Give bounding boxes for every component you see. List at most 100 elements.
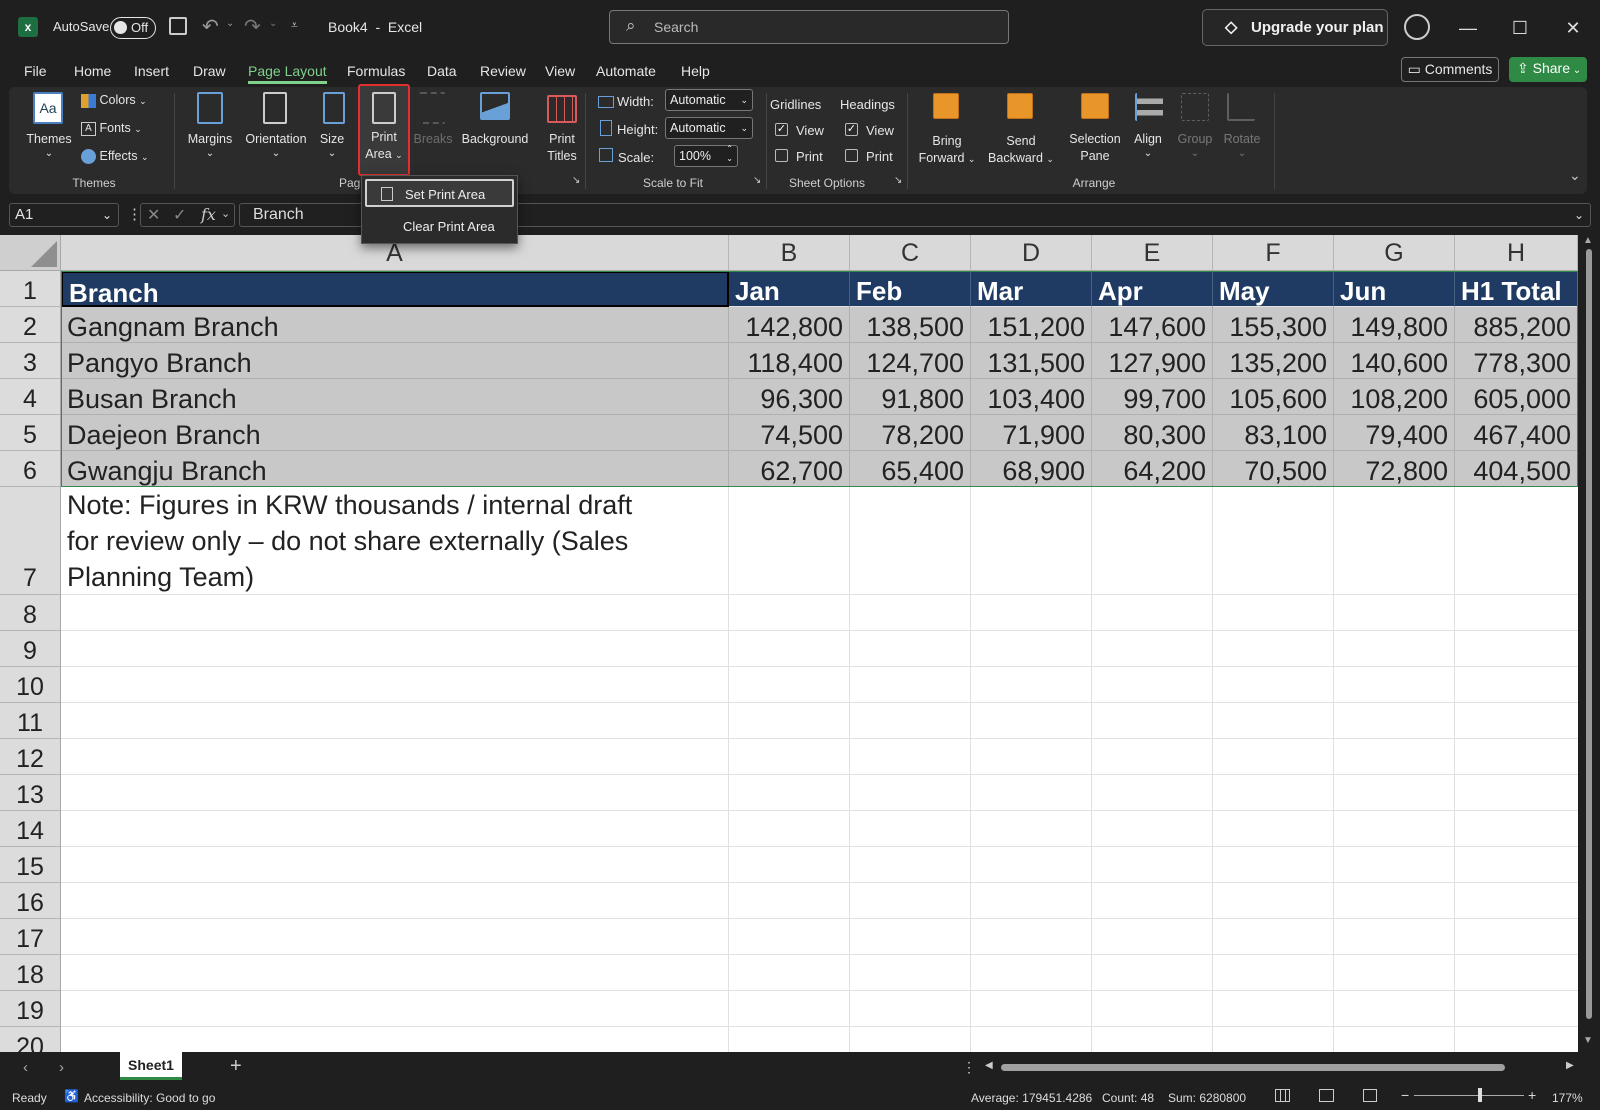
add-sheet-icon[interactable]: + (230, 1055, 242, 1078)
tab-review[interactable]: Review (480, 62, 526, 84)
table-cell[interactable]: 64,200 (1092, 451, 1213, 487)
colors-button[interactable]: Colors ⌄ (81, 93, 147, 113)
table-header-cell[interactable]: Jun (1334, 271, 1455, 307)
print-area-button[interactable]: Print Area ⌄ (358, 84, 410, 176)
clear-print-area-item[interactable]: Clear Print Area (365, 213, 514, 241)
table-cell[interactable]: 467,400 (1455, 415, 1578, 451)
comments-button[interactable]: ▭ Comments (1401, 57, 1499, 82)
row-header[interactable]: 5 (0, 415, 61, 451)
table-cell[interactable]: 778,300 (1455, 343, 1578, 379)
table-cell[interactable]: Busan Branch (61, 379, 729, 415)
dialog-launcher-icon[interactable]: ↘ (894, 175, 902, 186)
close-icon[interactable]: ✕ (1558, 14, 1588, 42)
print-titles-button[interactable]: Print Titles (535, 90, 589, 164)
table-cell[interactable]: 885,200 (1455, 307, 1578, 343)
zoom-out-icon[interactable]: − (1401, 1087, 1409, 1103)
align-button[interactable]: Align ⌄ (1127, 90, 1169, 170)
page-break-view-icon[interactable] (1363, 1089, 1377, 1102)
headings-view-checkbox[interactable]: ✓ (845, 123, 858, 136)
row-header[interactable]: 9 (0, 631, 61, 667)
table-cell[interactable]: 79,400 (1334, 415, 1455, 451)
table-header-cell[interactable]: Feb (850, 271, 971, 307)
upgrade-plan-button[interactable]: ◇ Upgrade your plan (1202, 9, 1388, 46)
collapse-ribbon-icon[interactable]: ⌄ (1569, 167, 1581, 184)
name-box[interactable]: A1 ⌄ (9, 203, 119, 227)
table-cell[interactable]: 74,500 (729, 415, 850, 451)
tab-data[interactable]: Data (427, 62, 457, 84)
gridlines-view-checkbox[interactable]: ✓ (775, 123, 788, 136)
width-select[interactable]: Automatic ⌄ (665, 89, 753, 111)
minimize-icon[interactable]: — (1453, 14, 1483, 42)
row-header[interactable]: 3 (0, 343, 61, 379)
zoom-in-icon[interactable]: + (1528, 1087, 1536, 1103)
headings-print-checkbox[interactable] (845, 149, 858, 162)
row-header[interactable]: 12 (0, 739, 61, 775)
search-box[interactable]: ⌕ Search (609, 10, 1009, 44)
row-header[interactable]: 20 (0, 1027, 61, 1052)
themes-button[interactable]: Aa Themes ⌄ (21, 90, 73, 162)
tab-formulas[interactable]: Formulas (347, 62, 405, 84)
column-header-g[interactable]: G (1334, 235, 1455, 271)
send-backward-button[interactable]: Send Backward ⌄ (985, 90, 1057, 170)
share-button[interactable]: ⇪ Share ⌄ (1509, 57, 1587, 82)
fonts-button[interactable]: A Fonts ⌄ (81, 121, 142, 141)
cancel-icon[interactable]: ✕ (147, 205, 160, 225)
undo-icon[interactable]: ↶ (202, 14, 219, 39)
tab-draw[interactable]: Draw (193, 62, 226, 84)
table-cell[interactable]: 404,500 (1455, 451, 1578, 487)
selection-pane-button[interactable]: Selection Pane (1063, 90, 1127, 170)
horizontal-scroll-thumb[interactable] (1001, 1064, 1505, 1071)
tab-insert[interactable]: Insert (134, 62, 169, 84)
dialog-launcher-icon[interactable]: ↘ (753, 175, 761, 186)
redo-dropdown-icon[interactable]: ⌄ (269, 18, 277, 29)
autosave-toggle[interactable]: Off (110, 17, 156, 39)
table-cell[interactable]: 108,200 (1334, 379, 1455, 415)
table-cell[interactable]: 135,200 (1213, 343, 1334, 379)
table-cell[interactable]: 605,000 (1455, 379, 1578, 415)
size-button[interactable]: Size ⌄ (313, 90, 351, 164)
table-cell[interactable]: 99,700 (1092, 379, 1213, 415)
zoom-slider-thumb[interactable] (1478, 1088, 1482, 1102)
row-header[interactable]: 2 (0, 307, 61, 343)
table-cell[interactable]: Pangyo Branch (61, 343, 729, 379)
row-header[interactable]: 11 (0, 703, 61, 739)
note-row-empty[interactable] (729, 487, 1578, 595)
column-header-d[interactable]: D (971, 235, 1092, 271)
table-cell[interactable]: 140,600 (1334, 343, 1455, 379)
tab-view[interactable]: View (545, 62, 575, 84)
table-header-cell[interactable]: Branch (61, 271, 729, 307)
height-select[interactable]: Automatic ⌄ (665, 117, 753, 139)
row-header[interactable]: 19 (0, 991, 61, 1027)
effects-button[interactable]: Effects ⌄ (81, 149, 149, 169)
tab-automate[interactable]: Automate (596, 62, 656, 84)
column-header-e[interactable]: E (1092, 235, 1213, 271)
undo-dropdown-icon[interactable]: ⌄ (226, 18, 234, 29)
table-cell[interactable]: 80,300 (1092, 415, 1213, 451)
row-header[interactable]: 7 (0, 487, 61, 595)
table-cell[interactable]: 124,700 (850, 343, 971, 379)
insert-function-icon[interactable]: fx (201, 205, 216, 224)
expand-formula-icon[interactable]: ⌄ (1574, 204, 1584, 226)
page-layout-view-icon[interactable] (1319, 1089, 1334, 1102)
table-cell[interactable]: Daejeon Branch (61, 415, 729, 451)
column-header-h[interactable]: H (1455, 235, 1578, 271)
table-cell[interactable]: Gwangju Branch (61, 451, 729, 487)
vertical-scrollbar[interactable]: ▲ ▼ (1578, 235, 1600, 1052)
table-cell[interactable]: 71,900 (971, 415, 1092, 451)
dialog-launcher-icon[interactable]: ↘ (572, 175, 580, 186)
more-options-icon[interactable]: ⋮ (962, 1059, 976, 1076)
column-header-f[interactable]: F (1213, 235, 1334, 271)
zoom-level[interactable]: 177% (1552, 1091, 1583, 1105)
table-cell[interactable]: 78,200 (850, 415, 971, 451)
row-header[interactable]: 6 (0, 451, 61, 487)
tab-file[interactable]: File (24, 62, 47, 84)
row-header[interactable]: 18 (0, 955, 61, 991)
table-cell[interactable]: 131,500 (971, 343, 1092, 379)
scroll-left-icon[interactable]: ◀ (985, 1060, 993, 1071)
table-cell[interactable]: Gangnam Branch (61, 307, 729, 343)
table-cell[interactable]: 105,600 (1213, 379, 1334, 415)
set-print-area-item[interactable]: Set Print Area (365, 179, 514, 207)
worksheet-grid[interactable]: A B C D E F G H 1 2 3 4 5 6 7 8 9 10 11 … (0, 235, 1578, 1052)
table-cell[interactable]: 96,300 (729, 379, 850, 415)
select-all-corner[interactable] (0, 235, 61, 271)
